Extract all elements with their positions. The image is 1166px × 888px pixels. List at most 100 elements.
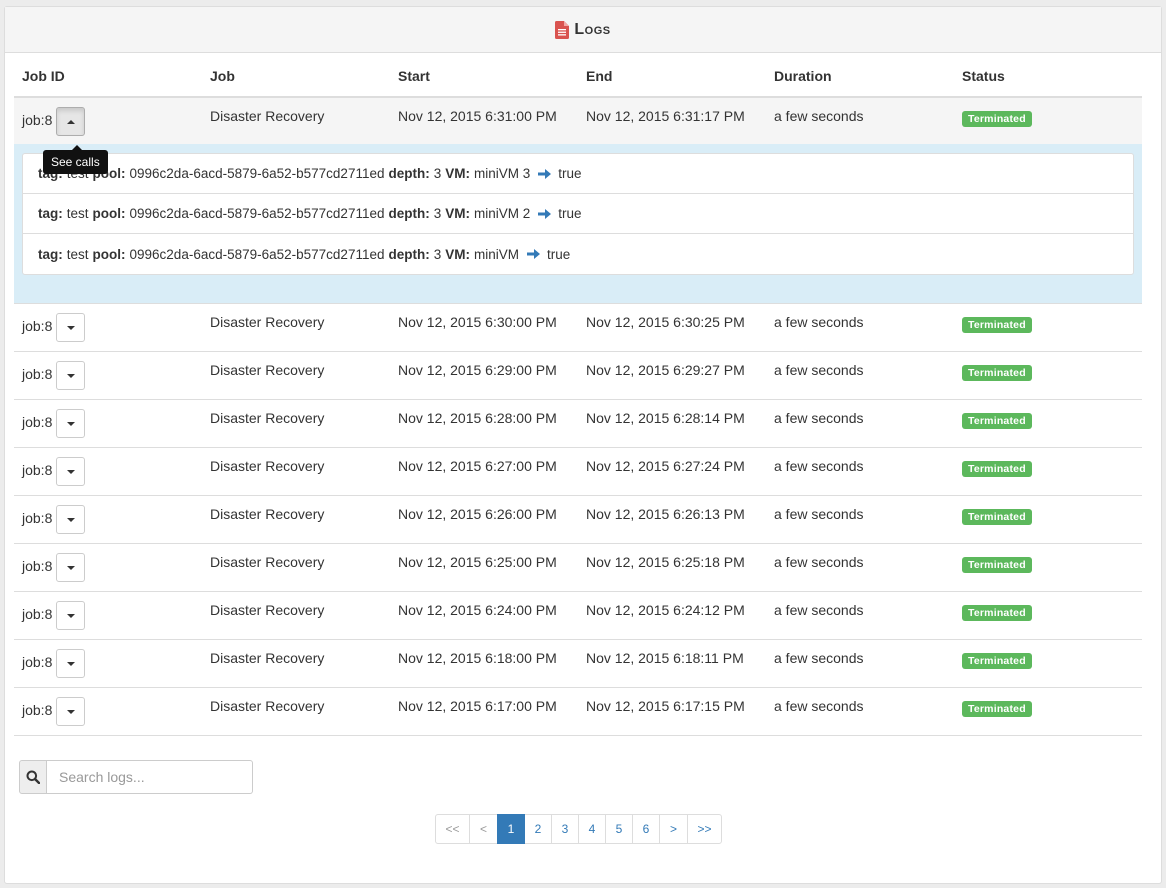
arrow-right-icon [538, 168, 552, 179]
page-2-button[interactable]: 2 [524, 814, 552, 844]
see-calls-button[interactable] [56, 409, 86, 438]
duration: a few seconds [774, 410, 864, 426]
end-time: Nov 12, 2015 6:18:11 PM [586, 650, 744, 666]
job-name: Disaster Recovery [210, 314, 325, 330]
job-id-cell: job:8 [14, 496, 202, 543]
status-cell: Terminated [954, 496, 1142, 543]
status-badge: Terminated [962, 413, 1032, 429]
last-page-button[interactable]: >> [687, 814, 722, 844]
job-id: job:8 [22, 318, 53, 334]
end-time: Nov 12, 2015 6:17:15 PM [586, 698, 745, 714]
search-logs-input[interactable] [47, 760, 253, 794]
status-badge: Terminated [962, 111, 1032, 127]
panel-heading: Logs [5, 7, 1161, 53]
start-time: Nov 12, 2015 6:28:00 PM [398, 410, 557, 426]
end-time: Nov 12, 2015 6:30:25 PM [586, 314, 745, 330]
status-cell: Terminated [954, 352, 1142, 399]
column-header-start[interactable]: Start [390, 68, 578, 84]
vm-value: miniVM 3 [474, 166, 531, 181]
table-row: job:8 Disaster Recovery Nov 12, 2015 6:2… [14, 592, 1142, 640]
status-cell: Terminated [954, 400, 1142, 447]
page-1-button[interactable]: 1 [497, 814, 525, 844]
column-header-job-id[interactable]: Job ID [14, 68, 202, 84]
vm-label: VM: [445, 166, 470, 181]
table-row: job:8 Disaster Recovery Nov 12, 2015 6:2… [14, 496, 1142, 544]
depth-value: 3 [433, 246, 442, 262]
pagination: << <1 2 3 4 5 6 > >> [435, 814, 722, 844]
search-button[interactable] [19, 760, 47, 794]
page-3-button[interactable]: 3 [551, 814, 579, 844]
column-header-job[interactable]: Job [202, 68, 390, 84]
depth-label: depth: [388, 246, 430, 262]
first-page-button[interactable]: << [435, 814, 470, 844]
job-name: Disaster Recovery [210, 458, 325, 474]
see-calls-tooltip: See calls [43, 145, 108, 174]
job-id: job:8 [22, 510, 53, 526]
job-id: job:8 [22, 112, 53, 128]
see-calls-button[interactable] [56, 553, 86, 582]
status-cell: Terminated [954, 98, 1142, 144]
column-header-status[interactable]: Status [954, 68, 1142, 84]
caret-up-icon [66, 119, 75, 124]
page-5-button[interactable]: 5 [605, 814, 633, 844]
pool-value: 0996c2da-6acd-5879-6a52-b577cd2711ed [129, 166, 385, 181]
job-id-cell: job:8 [14, 98, 202, 144]
see-calls-button[interactable] [56, 457, 86, 486]
pool-label: pool: [92, 246, 126, 262]
see-calls-button[interactable] [56, 313, 86, 342]
vm-label: VM: [445, 206, 470, 221]
tag-value: test [66, 206, 89, 221]
status-badge: Terminated [962, 605, 1032, 621]
vm-label: VM: [445, 246, 470, 262]
start-time: Nov 12, 2015 6:17:00 PM [398, 698, 557, 714]
start-time: Nov 12, 2015 6:18:00 PM [398, 650, 557, 666]
vm-value: miniVM 2 [474, 206, 531, 221]
job-id-cell: job:8 [14, 352, 202, 399]
see-calls-button[interactable] [56, 649, 86, 678]
status-badge: Terminated [962, 701, 1032, 717]
call-item: tag:test pool:0996c2da-6acd-5879-6a52-b5… [23, 154, 1133, 194]
table-row: job:8 Disaster Recovery Nov 12, 2015 6:2… [14, 352, 1142, 400]
depth-value: 3 [433, 206, 442, 221]
duration: a few seconds [774, 650, 864, 666]
table-row: job:8 Disaster Recovery Nov 12, 2015 6:2… [14, 448, 1142, 496]
prev-page-button[interactable]: < [469, 814, 498, 844]
job-name: Disaster Recovery [210, 602, 325, 618]
job-name: Disaster Recovery [210, 554, 325, 570]
duration: a few seconds [774, 602, 864, 618]
table-row: job:8 Disaster Recovery Nov 12, 2015 6:1… [14, 688, 1142, 736]
table-row: job:8 Disaster Recovery Nov 12, 2015 6:2… [14, 400, 1142, 448]
call-result: true [547, 246, 571, 262]
collapse-calls-button[interactable] [56, 107, 86, 136]
duration: a few seconds [774, 506, 864, 522]
start-time: Nov 12, 2015 6:31:00 PM [398, 108, 557, 124]
job-id: job:8 [22, 366, 53, 382]
next-page-button[interactable]: > [659, 814, 688, 844]
arrow-right-icon [538, 208, 552, 219]
logs-table: Job ID Job Start End Duration Status job… [14, 56, 1142, 736]
start-time: Nov 12, 2015 6:27:00 PM [398, 458, 557, 474]
page-4-button[interactable]: 4 [578, 814, 606, 844]
pool-value: 0996c2da-6acd-5879-6a52-b577cd2711ed [129, 206, 385, 221]
duration: a few seconds [774, 698, 864, 714]
end-time: Nov 12, 2015 6:28:14 PM [586, 410, 745, 426]
column-header-end[interactable]: End [578, 68, 766, 84]
status-badge: Terminated [962, 557, 1032, 573]
job-id-cell: job:8 [14, 448, 202, 495]
arrow-right-icon [527, 249, 541, 259]
see-calls-button[interactable] [56, 361, 86, 390]
column-header-duration[interactable]: Duration [766, 68, 954, 84]
see-calls-button[interactable] [56, 697, 86, 726]
job-id: job:8 [22, 414, 53, 430]
table-body: job:8 Disaster Recovery Nov 12, 2015 6:3… [14, 304, 1142, 736]
duration: a few seconds [774, 314, 864, 330]
calls-details: tag:test pool:0996c2da-6acd-5879-6a52-b5… [14, 144, 1142, 304]
job-name: Disaster Recovery [210, 506, 325, 522]
page-6-button[interactable]: 6 [632, 814, 660, 844]
table-row: job:8 Disaster Recovery Nov 12, 2015 6:1… [14, 640, 1142, 688]
status-badge: Terminated [962, 365, 1032, 381]
duration: a few seconds [774, 362, 864, 378]
caret-down-icon [66, 613, 75, 618]
see-calls-button[interactable] [56, 505, 86, 534]
see-calls-button[interactable] [56, 601, 86, 630]
